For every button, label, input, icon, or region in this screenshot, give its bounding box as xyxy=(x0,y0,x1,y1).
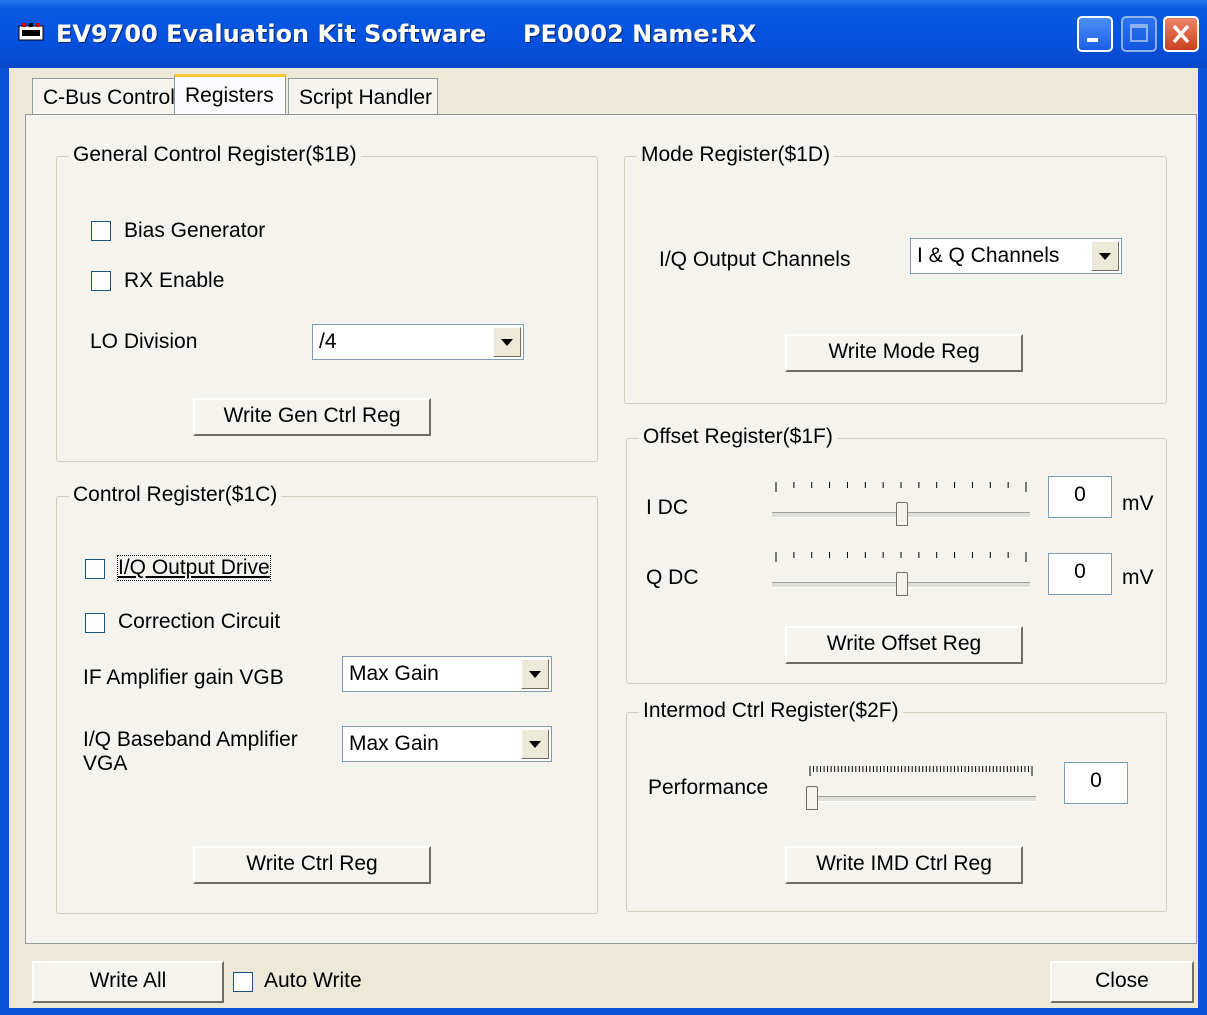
chevron-down-icon[interactable] xyxy=(1091,241,1119,271)
app-window: EV9700 Evaluation Kit Software PE0002 Na… xyxy=(0,0,1207,1015)
iq-output-channels-select[interactable]: I & Q Channels xyxy=(910,238,1122,274)
correction-circuit-label: Correction Circuit xyxy=(118,610,281,633)
write-all-button[interactable]: Write All xyxy=(32,961,224,1003)
idc-slider[interactable] xyxy=(772,482,1030,526)
if-amplifier-value: Max Gain xyxy=(349,662,439,685)
minimize-button[interactable] xyxy=(1077,16,1113,52)
iq-baseband-select[interactable]: Max Gain xyxy=(342,726,552,762)
idc-input[interactable]: 0 xyxy=(1048,476,1112,518)
if-amplifier-select[interactable]: Max Gain xyxy=(342,656,552,692)
tab-cbus-control[interactable]: C-Bus Control xyxy=(32,78,176,114)
window-subtitle: PE0002 Name:RX xyxy=(523,20,757,48)
lo-division-select[interactable]: /4 xyxy=(312,324,524,360)
qdc-label: Q DC xyxy=(646,566,699,589)
close-icon xyxy=(1172,24,1190,44)
iq-output-drive-checkbox[interactable] xyxy=(85,559,105,579)
correction-circuit-checkbox[interactable] xyxy=(85,613,105,633)
lo-division-value: /4 xyxy=(319,330,337,353)
close-button[interactable]: Close xyxy=(1050,961,1194,1003)
slider-track xyxy=(806,796,1036,802)
maximize-button[interactable] xyxy=(1121,16,1157,52)
write-mode-button[interactable]: Write Mode Reg xyxy=(785,334,1023,372)
rx-enable-label: RX Enable xyxy=(124,269,225,292)
iq-output-drive-label: I/Q Output Drive xyxy=(117,555,271,581)
slider-ticks xyxy=(809,766,1033,776)
qdc-input[interactable]: 0 xyxy=(1048,553,1112,595)
qdc-slider[interactable] xyxy=(772,552,1030,596)
iq-output-channels-label: I/Q Output Channels xyxy=(659,248,851,271)
iq-baseband-label-line1: I/Q Baseband Amplifier xyxy=(83,728,298,751)
maximize-icon xyxy=(1130,24,1148,42)
auto-write-checkbox[interactable] xyxy=(233,972,253,992)
idc-unit: mV xyxy=(1122,492,1154,515)
write-ctrl-button[interactable]: Write Ctrl Reg xyxy=(193,846,431,884)
tab-registers[interactable]: Registers xyxy=(174,74,286,116)
bias-generator-checkbox[interactable] xyxy=(91,221,111,241)
rx-enable-checkbox[interactable] xyxy=(91,271,111,291)
write-imd-ctrl-button[interactable]: Write IMD Ctrl Reg xyxy=(785,846,1023,884)
auto-write-label: Auto Write xyxy=(264,969,362,992)
write-offset-button[interactable]: Write Offset Reg xyxy=(785,626,1023,664)
tab-label: C-Bus Control xyxy=(43,86,175,109)
if-amplifier-label: IF Amplifier gain VGB xyxy=(83,666,284,689)
group-title: General Control Register($1B) xyxy=(69,143,361,167)
chevron-down-icon[interactable] xyxy=(521,729,549,759)
iq-output-channels-value: I & Q Channels xyxy=(917,244,1060,267)
lo-division-label: LO Division xyxy=(90,330,198,353)
slider-ticks xyxy=(775,552,1027,562)
group-title: Mode Register($1D) xyxy=(637,143,835,167)
tab-label: Registers xyxy=(185,84,274,107)
slider-thumb[interactable] xyxy=(806,786,818,810)
performance-label: Performance xyxy=(648,776,769,799)
iq-baseband-value: Max Gain xyxy=(349,732,439,755)
group-title: Intermod Ctrl Register($2F) xyxy=(639,699,903,723)
window-title: EV9700 Evaluation Kit Software xyxy=(56,20,487,48)
group-title: Control Register($1C) xyxy=(69,483,282,507)
slider-ticks xyxy=(775,482,1027,492)
write-gen-ctrl-button[interactable]: Write Gen Ctrl Reg xyxy=(193,398,431,436)
performance-input[interactable]: 0 xyxy=(1064,762,1128,804)
chevron-down-icon[interactable] xyxy=(493,327,521,357)
slider-thumb[interactable] xyxy=(896,502,908,526)
app-icon xyxy=(18,23,44,41)
idc-label: I DC xyxy=(646,496,688,519)
tab-label: Script Handler xyxy=(299,86,433,109)
iq-baseband-label-line2: VGA xyxy=(83,752,128,775)
tab-script-handler[interactable]: Script Handler xyxy=(288,78,438,114)
minimize-icon xyxy=(1087,38,1098,42)
bias-generator-label: Bias Generator xyxy=(124,219,266,242)
chevron-down-icon[interactable] xyxy=(521,659,549,689)
close-window-button[interactable] xyxy=(1163,16,1199,52)
title-bar[interactable]: EV9700 Evaluation Kit Software PE0002 Na… xyxy=(0,0,1207,68)
slider-thumb[interactable] xyxy=(896,572,908,596)
group-title: Offset Register($1F) xyxy=(639,425,837,449)
performance-slider[interactable] xyxy=(806,766,1036,810)
qdc-unit: mV xyxy=(1122,566,1154,589)
